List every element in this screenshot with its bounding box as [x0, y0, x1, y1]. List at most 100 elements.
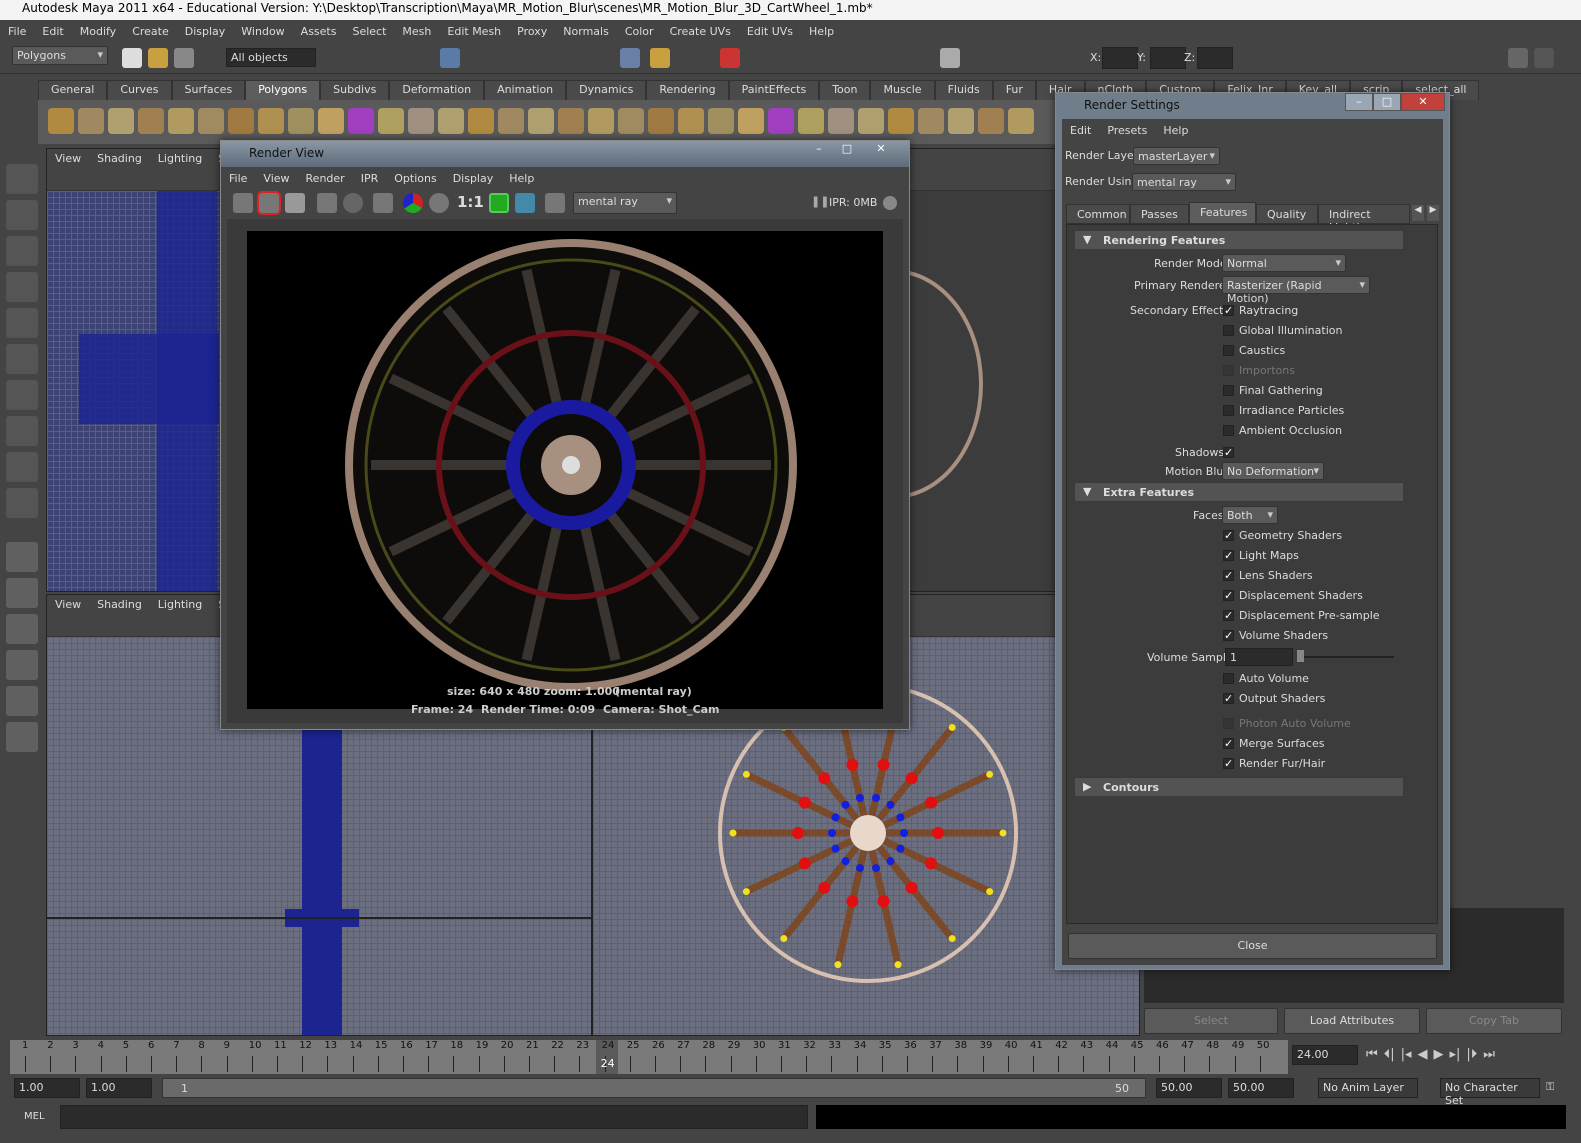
step-back-frame-icon[interactable]: ⏴|	[1384, 1047, 1395, 1062]
remove-image-icon[interactable]	[515, 193, 535, 213]
render-region-icon[interactable]	[257, 191, 281, 215]
shelf-tool-icon[interactable]	[438, 108, 464, 134]
menu-edit-mesh[interactable]: Edit Mesh	[439, 22, 509, 42]
snapshot-icon[interactable]	[285, 193, 305, 213]
close-button[interactable]: Close	[1068, 933, 1437, 959]
geometry-shaders-checkbox[interactable]: ✓	[1223, 530, 1234, 541]
select-button[interactable]: Select	[1144, 1008, 1278, 1034]
shelf-tool-icon[interactable]	[888, 108, 914, 134]
shelf-tab-animation[interactable]: Animation	[484, 80, 567, 100]
shelf-tab-painteffects[interactable]: PaintEffects	[728, 80, 820, 100]
soft-mod-icon[interactable]	[6, 416, 38, 446]
anim-layer-dropdown[interactable]: No Anim Layer	[1318, 1078, 1418, 1098]
shelf-tool-icon[interactable]	[978, 108, 1004, 134]
shelf-tool-icon[interactable]	[48, 108, 74, 134]
render-view-menu-render[interactable]: Render	[298, 172, 353, 185]
render-mode-dropdown[interactable]: Normal	[1222, 254, 1346, 272]
layout-preset-icon[interactable]	[6, 650, 38, 680]
alpha-channel-icon[interactable]	[429, 193, 449, 213]
menu-proxy[interactable]: Proxy	[509, 22, 555, 42]
tab-features[interactable]: Features	[1189, 202, 1256, 224]
shelf-tool-icon[interactable]	[588, 108, 614, 134]
shelf-tool-icon[interactable]	[738, 108, 764, 134]
faces-dropdown[interactable]: Both	[1222, 506, 1278, 524]
render-camera-icon[interactable]	[545, 193, 565, 213]
render-view-menu-display[interactable]: Display	[445, 172, 502, 185]
real-size-button[interactable]: 1:1	[457, 193, 484, 211]
menu-window[interactable]: Window	[233, 22, 292, 42]
displacement-pre-sample-checkbox[interactable]: ✓	[1223, 610, 1234, 621]
volume-shaders-checkbox[interactable]: ✓	[1223, 630, 1234, 641]
shelf-tool-icon[interactable]	[78, 108, 104, 134]
volume-samples-slider[interactable]	[1300, 656, 1394, 658]
shelf-tab-surfaces[interactable]: Surfaces	[171, 80, 246, 100]
load-attributes-button[interactable]: Load Attributes	[1284, 1008, 1420, 1034]
primary-renderer-dropdown[interactable]: Rasterizer (Rapid Motion)	[1222, 276, 1370, 305]
shelf-tool-icon[interactable]	[288, 108, 314, 134]
attribute-editor-icon[interactable]	[1508, 48, 1528, 68]
tab-indirect-lighting[interactable]: Indirect Lighting	[1318, 204, 1410, 234]
shelf-tool-icon[interactable]	[558, 108, 584, 134]
play-backwards-icon[interactable]: ◀	[1418, 1047, 1428, 1062]
render-fur-hair-checkbox[interactable]: ✓	[1223, 758, 1234, 769]
selection-mask-field[interactable]: All objects	[226, 48, 316, 67]
viewport-menu-lighting[interactable]: Lighting	[150, 595, 210, 615]
light-maps-checkbox[interactable]: ✓	[1223, 550, 1234, 561]
shelf-tool-icon[interactable]	[198, 108, 224, 134]
menu-edit-uvs[interactable]: Edit UVs	[739, 22, 801, 42]
menu-color[interactable]: Color	[617, 22, 662, 42]
render-settings-menu-presets[interactable]: Presets	[1099, 124, 1155, 137]
render-view-menu-view[interactable]: View	[255, 172, 297, 185]
keep-image-icon[interactable]	[489, 193, 509, 213]
menu-edit[interactable]: Edit	[34, 22, 71, 42]
layout-preset-icon[interactable]	[6, 614, 38, 644]
tool-settings-icon[interactable]	[1534, 48, 1554, 68]
play-forwards-icon[interactable]: ▶	[1434, 1047, 1444, 1062]
menu-create-uvs[interactable]: Create UVs	[662, 22, 739, 42]
snap-grid-icon[interactable]	[440, 48, 460, 68]
menu-modify[interactable]: Modify	[72, 22, 124, 42]
rendering-features-section[interactable]: ▼ Rendering Features	[1074, 230, 1404, 250]
shelf-tool-icon[interactable]	[408, 108, 434, 134]
render-settings-titlebar[interactable]: Render Settings – □ ✕	[1056, 93, 1449, 119]
rotate-tool-icon[interactable]	[6, 308, 38, 338]
menu-set-dropdown[interactable]: Polygons	[12, 46, 108, 65]
x-field[interactable]	[1102, 47, 1138, 69]
motion-blur-dropdown[interactable]: No Deformation	[1222, 462, 1324, 480]
step-back-key-icon[interactable]: |◂	[1401, 1047, 1412, 1062]
render-settings-icon[interactable]	[373, 193, 393, 213]
shelf-tab-fluids[interactable]: Fluids	[934, 80, 993, 100]
help-icon[interactable]	[620, 48, 640, 68]
shelf-tab-subdivs[interactable]: Subdivs	[320, 80, 390, 100]
volume-samples-field[interactable]: 1	[1225, 648, 1293, 666]
tab-scroll-left-icon[interactable]: ◀	[1412, 205, 1424, 221]
copy-tab-button[interactable]: Copy Tab	[1426, 1008, 1562, 1034]
render-view-titlebar[interactable]: Render View – □ ✕	[221, 141, 909, 167]
shelf-tool-icon[interactable]	[228, 108, 254, 134]
lasso-tool-icon[interactable]	[6, 200, 38, 230]
maximize-button[interactable]: □	[833, 141, 861, 159]
go-to-start-icon[interactable]: ⏮	[1366, 1047, 1378, 1062]
render-view-menu-ipr[interactable]: IPR	[353, 172, 387, 185]
shelf-tab-muscle[interactable]: Muscle	[870, 80, 935, 100]
range-slider[interactable]: 1 50	[162, 1078, 1146, 1098]
layout-preset-icon[interactable]	[6, 722, 38, 752]
renderer-dropdown[interactable]: mental ray	[573, 192, 677, 214]
last-tool-icon[interactable]	[6, 488, 38, 518]
shelf-tool-icon[interactable]	[798, 108, 824, 134]
close-window-button[interactable]: ✕	[1401, 93, 1445, 111]
render-icon[interactable]	[940, 48, 960, 68]
refresh-ipr-icon[interactable]	[343, 193, 363, 213]
caustics-checkbox[interactable]	[1223, 345, 1234, 356]
command-line-input[interactable]	[60, 1105, 808, 1129]
layout-preset-icon[interactable]	[6, 578, 38, 608]
importons-checkbox[interactable]	[1223, 365, 1234, 376]
rgb-channels-icon[interactable]	[403, 193, 423, 213]
magnet-icon[interactable]	[720, 48, 740, 68]
viewport-menu-lighting[interactable]: Lighting	[150, 149, 210, 169]
shelf-tool-icon[interactable]	[948, 108, 974, 134]
shelf-tool-icon[interactable]	[858, 108, 884, 134]
shelf-tool-icon[interactable]	[618, 108, 644, 134]
pause-ipr-icon[interactable]: ❚❚	[811, 195, 829, 208]
contours-section[interactable]: ▶ Contours	[1074, 777, 1404, 797]
